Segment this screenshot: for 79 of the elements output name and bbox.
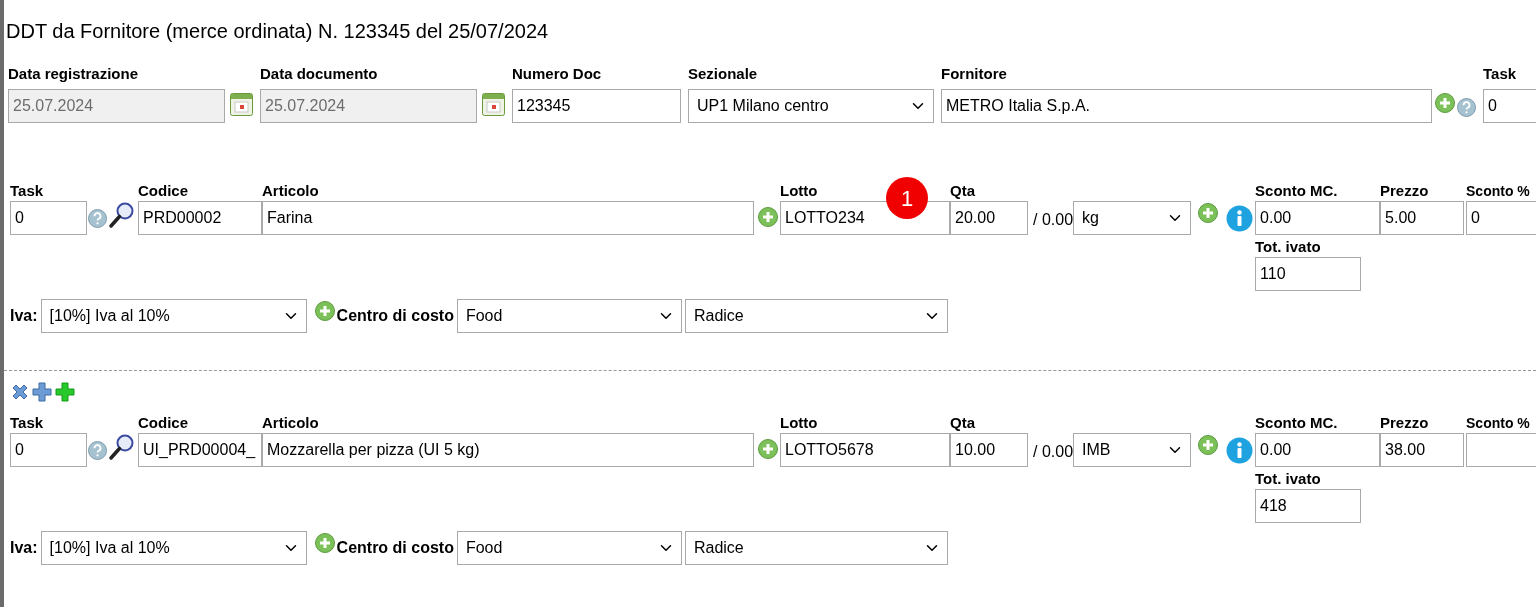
field-label: Sconto MC. — [1255, 181, 1338, 201]
discount-percent-field[interactable]: 0 — [1466, 201, 1536, 235]
add-icon[interactable] — [314, 533, 335, 553]
discount-field[interactable]: 0.00 — [1255, 433, 1381, 467]
code-field[interactable]: UI_PRD00004_ — [138, 433, 262, 467]
task-field[interactable]: 0 — [10, 201, 87, 235]
field-label: Sezionale — [688, 64, 758, 84]
available-quantity: / 0.00 — [1033, 443, 1074, 460]
add-icon[interactable] — [758, 207, 778, 227]
total-field[interactable]: 110 — [1255, 257, 1362, 291]
section-select[interactable]: UP1 Milano centro — [688, 89, 934, 123]
calendar-icon[interactable] — [482, 93, 505, 116]
discount-field[interactable]: 0.00 — [1255, 201, 1381, 235]
field-label: Task — [10, 181, 44, 201]
remove-icon[interactable] — [10, 382, 30, 402]
field-label: Articolo — [262, 413, 319, 433]
field-label: Lotto — [780, 181, 818, 201]
search-icon[interactable] — [108, 433, 136, 461]
field-label: Codice — [138, 413, 188, 433]
quantity-field[interactable]: 10.00 — [950, 433, 1028, 467]
total-field[interactable]: 418 — [1255, 489, 1362, 523]
quantity-field[interactable]: 20.00 — [950, 201, 1028, 235]
calendar-icon[interactable] — [230, 93, 253, 116]
search-icon[interactable] — [108, 201, 136, 229]
field-label: Data documento — [260, 64, 378, 84]
cost-center-select[interactable]: Food — [456, 299, 682, 333]
info-icon[interactable] — [1226, 437, 1254, 464]
field-label: Task — [10, 413, 44, 433]
task-field[interactable]: 0 — [10, 433, 87, 467]
add-icon[interactable] — [314, 301, 335, 321]
add-row-icon[interactable] — [54, 381, 76, 403]
article-field[interactable]: Farina — [262, 201, 754, 235]
field-label: Codice — [138, 181, 188, 201]
field-label: Sconto MC. — [1255, 413, 1338, 433]
field-label: Articolo — [262, 181, 319, 201]
field-label: Sconto % — [1466, 414, 1530, 433]
help-icon[interactable] — [88, 441, 107, 460]
field-label: Prezzo — [1380, 181, 1429, 201]
price-field[interactable]: 5.00 — [1380, 201, 1465, 235]
field-label: Data registrazione — [8, 64, 139, 84]
cost-center-parent-select[interactable]: Radice — [684, 531, 948, 565]
field-label: Lotto — [780, 413, 818, 433]
unit-select[interactable]: kg — [1073, 201, 1192, 235]
add-icon[interactable] — [1435, 93, 1455, 113]
insert-row-icon[interactable] — [31, 381, 53, 403]
vat-select[interactable]: [10%] Iva al 10% — [40, 531, 307, 565]
vat-select[interactable]: [10%] Iva al 10% — [40, 299, 307, 333]
field-label: Qta — [950, 413, 975, 433]
task-field[interactable]: 0 — [1483, 89, 1536, 123]
field-label: Task — [1483, 64, 1517, 84]
cost-center-select[interactable]: Food — [456, 531, 682, 565]
field-label: Tot. ivato — [1255, 469, 1321, 489]
info-icon[interactable] — [1226, 205, 1254, 232]
field-label: Prezzo — [1380, 413, 1429, 433]
lot-field[interactable]: LOTTO5678 — [780, 433, 950, 467]
page-title: DDT da Fornitore (merce ordinata) N. 123345 del 25/07/2024 — [5, 19, 550, 43]
supplier-field[interactable]: METRO Italia S.p.A. — [941, 89, 1432, 123]
field-label: Sconto % — [1466, 182, 1530, 201]
add-icon[interactable] — [1198, 435, 1219, 455]
help-icon[interactable] — [88, 209, 107, 228]
unit-select[interactable]: IMB — [1073, 433, 1192, 467]
callout-badge: 1 — [886, 177, 928, 219]
document-number-field[interactable]: 123345 — [512, 89, 681, 123]
field-label: Tot. ivato — [1255, 237, 1321, 257]
available-quantity: / 0.00 — [1033, 211, 1074, 228]
field-label: Numero Doc — [512, 64, 602, 84]
add-icon[interactable] — [758, 439, 778, 459]
code-field[interactable]: PRD00002 — [138, 201, 262, 235]
cost-center-parent-select[interactable]: Radice — [684, 299, 948, 333]
vat-label: Iva: — [10, 306, 38, 326]
cost-center-label: Centro di costo — [336, 538, 454, 558]
article-field[interactable]: Mozzarella per pizza (UI 5 kg) — [262, 433, 754, 467]
help-icon[interactable] — [1457, 98, 1476, 117]
field-label: Qta — [950, 181, 975, 201]
cost-center-label: Centro di costo — [336, 306, 454, 326]
vat-label: Iva: — [10, 538, 38, 558]
field-label: Fornitore — [941, 64, 1007, 84]
price-field[interactable]: 38.00 — [1380, 433, 1465, 467]
add-icon[interactable] — [1198, 203, 1219, 223]
